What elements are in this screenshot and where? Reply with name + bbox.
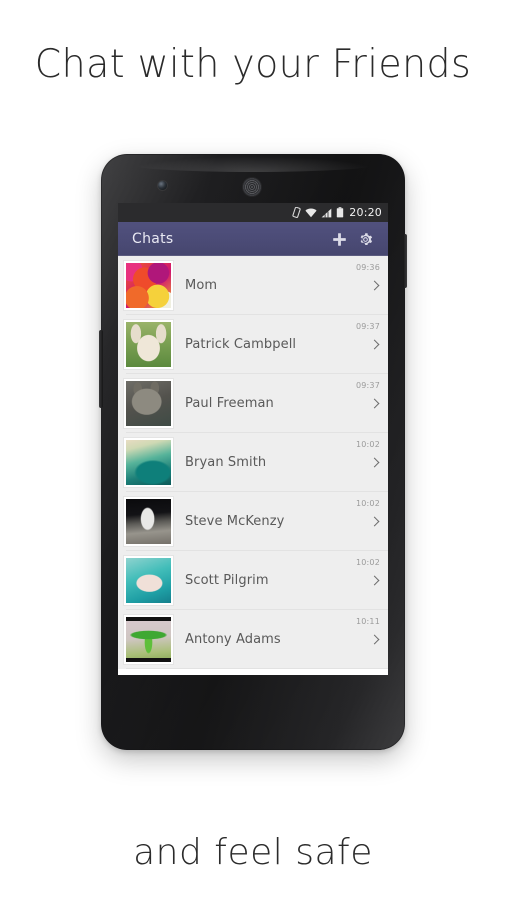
chat-row-meta: 09:36 xyxy=(342,256,388,315)
chat-list-item[interactable]: Steve McKenzy 10:02 xyxy=(118,492,388,551)
wifi-icon xyxy=(305,208,317,218)
chevron-right-icon[interactable] xyxy=(369,339,380,350)
chevron-right-icon[interactable] xyxy=(369,634,380,645)
chat-timestamp: 09:37 xyxy=(355,381,380,390)
vibrate-icon xyxy=(292,207,301,218)
status-bar: 20:20 xyxy=(118,203,388,222)
chat-list[interactable]: Mom 09:36 Patrick Cambpell 09:37 Paul Fr… xyxy=(118,256,388,675)
chevron-right-icon[interactable] xyxy=(369,398,380,409)
chat-contact-name: Mom xyxy=(185,278,218,293)
power-button[interactable] xyxy=(403,234,407,288)
chat-list-item[interactable]: Paul Freeman 09:37 xyxy=(118,374,388,433)
page-headline: Chat with your Friends xyxy=(34,42,472,87)
pig-swim-photo xyxy=(126,558,171,603)
surf-wave-photo xyxy=(126,440,171,485)
app-bar: Chats xyxy=(118,222,388,256)
chat-list-item[interactable]: Scott Pilgrim 10:02 xyxy=(118,551,388,610)
chat-list-item[interactable]: Antony Adams 10:11 xyxy=(118,610,388,669)
green-bird-photo xyxy=(126,617,171,662)
chat-list-item[interactable]: Bryan Smith 10:02 xyxy=(118,433,388,492)
plus-icon xyxy=(332,232,346,246)
avatar xyxy=(124,556,173,605)
chevron-right-icon[interactable] xyxy=(369,516,380,527)
chat-row-meta: 09:37 xyxy=(342,374,388,433)
chat-row-meta: 10:02 xyxy=(342,551,388,610)
chat-row-meta: 09:37 xyxy=(342,315,388,374)
chat-timestamp: 10:02 xyxy=(355,440,380,449)
avatar xyxy=(124,615,173,664)
chat-contact-name: Scott Pilgrim xyxy=(185,573,269,588)
chat-contact-name: Antony Adams xyxy=(185,632,281,647)
phone-screen: 20:20 Chats Mom 09:36 Patrick Cambpell 0… xyxy=(118,203,388,675)
astronaut-photo xyxy=(126,499,171,544)
bulldog-photo xyxy=(126,322,171,367)
chat-timestamp: 10:11 xyxy=(355,617,380,626)
chat-timestamp: 10:02 xyxy=(355,558,380,567)
chevron-right-icon[interactable] xyxy=(369,457,380,468)
avatar xyxy=(124,438,173,487)
chevron-right-icon[interactable] xyxy=(369,575,380,586)
app-bar-title: Chats xyxy=(132,231,174,247)
chat-row-meta: 10:02 xyxy=(342,433,388,492)
chat-contact-name: Steve McKenzy xyxy=(185,514,285,529)
chat-row-meta: 10:11 xyxy=(342,610,388,669)
cat-photo xyxy=(126,381,171,426)
chat-timestamp: 10:02 xyxy=(355,499,380,508)
add-chat-button[interactable] xyxy=(326,226,352,252)
chat-contact-name: Bryan Smith xyxy=(185,455,267,470)
volume-rocker-button[interactable] xyxy=(99,330,103,408)
battery-icon xyxy=(336,207,344,218)
chevron-right-icon[interactable] xyxy=(369,280,380,291)
chat-timestamp: 09:36 xyxy=(355,263,380,272)
phone-device: 20:20 Chats Mom 09:36 Patrick Cambpell 0… xyxy=(99,154,407,750)
gear-icon xyxy=(360,232,372,245)
roses-photo xyxy=(126,263,171,308)
avatar xyxy=(124,497,173,546)
chat-list-item[interactable]: Patrick Cambpell 09:37 xyxy=(118,315,388,374)
page-footer-caption: and feel safe xyxy=(133,832,373,873)
chat-contact-name: Paul Freeman xyxy=(185,396,274,411)
settings-button[interactable] xyxy=(352,226,378,252)
chat-timestamp: 09:37 xyxy=(355,322,380,331)
chat-list-item[interactable]: Mom 09:36 xyxy=(118,256,388,315)
avatar xyxy=(124,379,173,428)
avatar xyxy=(124,261,173,310)
signal-icon xyxy=(321,208,332,218)
phone-top-glint xyxy=(127,156,379,172)
status-bar-clock: 20:20 xyxy=(349,206,382,219)
chat-row-meta: 10:02 xyxy=(342,492,388,551)
avatar xyxy=(124,320,173,369)
chat-contact-name: Patrick Cambpell xyxy=(185,337,297,352)
earpiece-speaker-icon xyxy=(243,178,261,196)
front-camera-icon xyxy=(158,181,167,190)
